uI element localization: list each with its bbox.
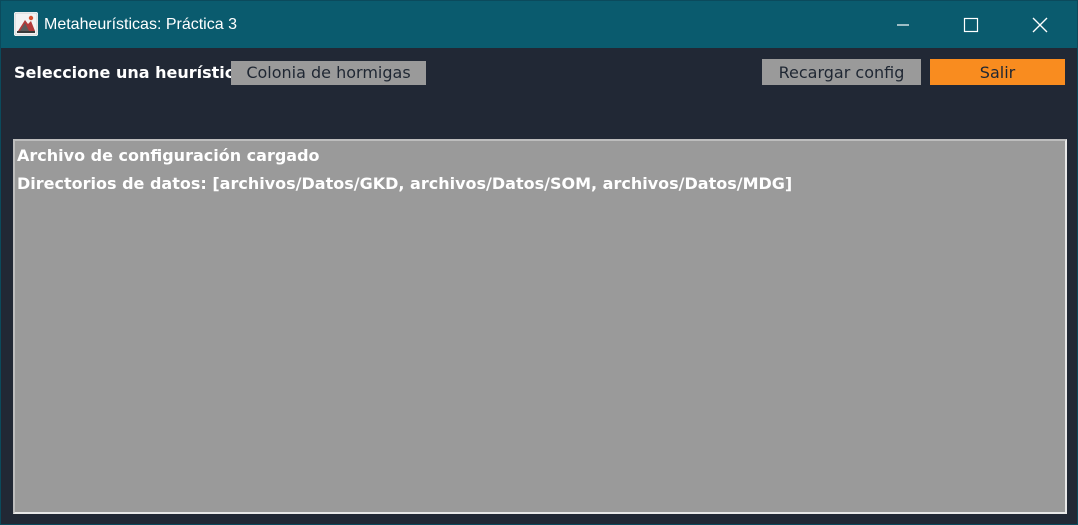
- window-title: Metaheurísticas: Práctica 3: [44, 16, 237, 33]
- minimize-icon: [897, 23, 909, 26]
- java-app-icon: [14, 12, 38, 36]
- app-window: Metaheurísticas: Práctica 3 Seleccione u…: [0, 0, 1078, 525]
- heuristic-label: Seleccione una heurística: [14, 63, 246, 82]
- maximize-icon: [963, 17, 979, 32]
- log-line: Directorios de datos: [archivos/Datos/GK…: [17, 174, 793, 193]
- log-line: Archivo de configuración cargado: [17, 146, 320, 165]
- title-bar[interactable]: Metaheurísticas: Práctica 3: [1, 1, 1077, 48]
- close-button[interactable]: [1005, 1, 1075, 48]
- exit-button[interactable]: Salir: [930, 59, 1065, 85]
- maximize-button[interactable]: [936, 1, 1006, 48]
- minimize-button[interactable]: [868, 1, 938, 48]
- close-icon: [1032, 17, 1048, 32]
- log-output-area[interactable]: Archivo de configuración cargado Directo…: [13, 139, 1067, 514]
- heuristic-select[interactable]: Colonia de hormigas: [231, 61, 426, 85]
- reload-config-button[interactable]: Recargar config: [762, 59, 921, 85]
